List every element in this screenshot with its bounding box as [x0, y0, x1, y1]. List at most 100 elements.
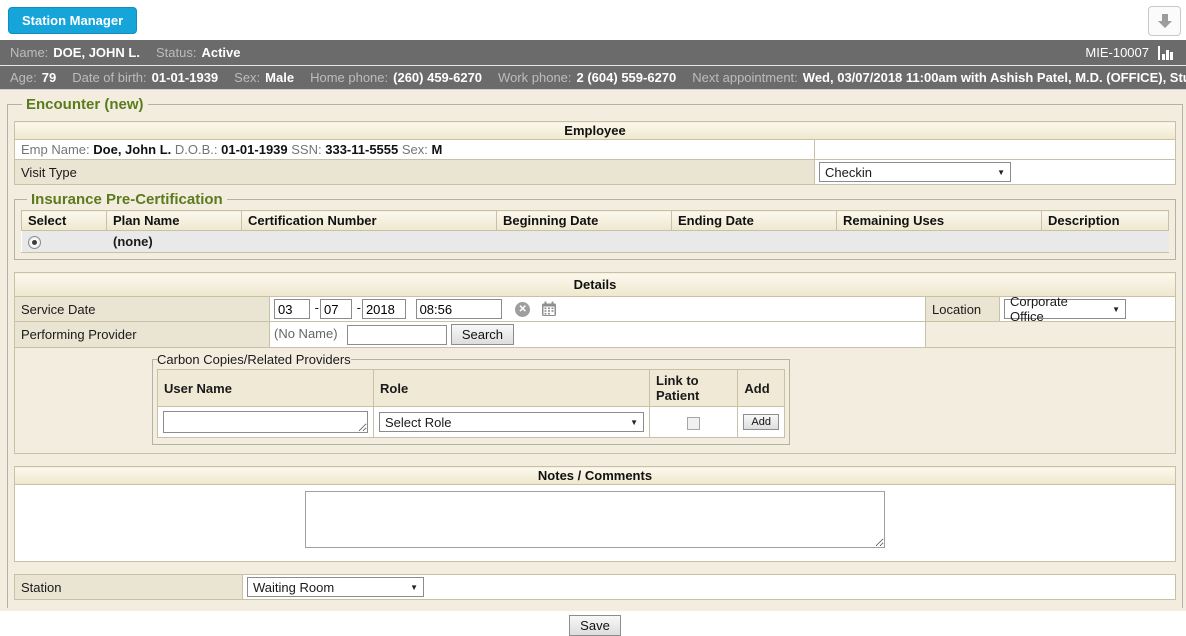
station-box: Station Waiting Room ▼: [14, 574, 1176, 600]
work-phone-value: 2 (604) 559-6270: [577, 70, 677, 85]
col-plan-name: Plan Name: [107, 211, 242, 231]
encounter-legend: Encounter (new): [22, 96, 148, 113]
service-date-day-input[interactable]: [320, 299, 352, 319]
insurance-table: Select Plan Name Certification Number Be…: [21, 210, 1169, 253]
chevron-down-icon: ▼: [410, 583, 418, 592]
chevron-down-icon: ▼: [630, 418, 638, 427]
col-cert-number: Certification Number: [242, 211, 497, 231]
col-user-name: User Name: [158, 370, 374, 407]
insurance-row: (none): [22, 231, 1169, 253]
provider-search-button[interactable]: Search: [451, 324, 514, 345]
service-date-month-input[interactable]: [274, 299, 310, 319]
details-header: Details: [15, 273, 1176, 297]
station-selected: Waiting Room: [253, 580, 334, 595]
employee-info: Emp Name: Doe, John L. D.O.B.: 01-01-193…: [15, 140, 815, 160]
station-label: Station: [15, 575, 243, 600]
home-phone-label: Home phone:: [310, 70, 388, 85]
emp-sex-value: M: [432, 142, 443, 157]
precert-radio[interactable]: [28, 236, 41, 249]
date-separator: -: [357, 300, 361, 315]
col-remaining-uses: Remaining Uses: [837, 211, 1042, 231]
clear-date-icon[interactable]: ✕: [515, 302, 530, 317]
employee-table: Employee Emp Name: Doe, John L. D.O.B.: …: [14, 121, 1176, 185]
download-button[interactable]: [1148, 6, 1181, 36]
main-content: Encounter (new) Employee Emp Name: Doe, …: [0, 90, 1186, 611]
carbon-copies-area: Carbon Copies/Related Providers User Nam…: [15, 348, 1175, 453]
save-button[interactable]: Save: [569, 615, 621, 636]
name-label: Name:: [10, 45, 48, 60]
next-appointment-label: Next appointment:: [692, 70, 798, 85]
calendar-icon[interactable]: [541, 301, 557, 317]
link-to-patient-checkbox[interactable]: [687, 417, 700, 430]
carbon-copies-fieldset: Carbon Copies/Related Providers User Nam…: [152, 352, 790, 445]
age-label: Age:: [10, 70, 37, 85]
service-date-label: Service Date: [15, 297, 270, 322]
notes-body: [15, 485, 1175, 561]
demographics-bar: Age: 79 Date of birth: 01-01-1939 Sex: M…: [0, 66, 1186, 90]
emp-ssn-label: SSN:: [291, 142, 321, 157]
cc-add-button[interactable]: Add: [743, 414, 779, 430]
plan-name-value: (none): [107, 231, 242, 253]
col-description: Description: [1042, 211, 1169, 231]
home-phone-value: (260) 459-6270: [393, 70, 482, 85]
emp-sex-label: Sex:: [402, 142, 428, 157]
bar-chart-icon[interactable]: [1157, 45, 1176, 61]
patient-name: DOE, JOHN L.: [53, 45, 140, 60]
sex-value: Male: [265, 70, 294, 85]
performing-provider-label: Performing Provider: [15, 322, 270, 348]
chart-id: MIE-10007: [1085, 45, 1149, 60]
carbon-copies-legend: Carbon Copies/Related Providers: [157, 352, 351, 367]
provider-search-input[interactable]: [347, 325, 447, 345]
col-role: Role: [374, 370, 650, 407]
emp-ssn-value: 333-11-5555: [325, 142, 398, 157]
save-row: Save: [14, 615, 1176, 636]
dob-label: Date of birth:: [72, 70, 146, 85]
station-manager-button[interactable]: Station Manager: [8, 7, 137, 34]
col-ending-date: Ending Date: [672, 211, 837, 231]
notes-box: Notes / Comments: [14, 466, 1176, 562]
col-beginning-date: Beginning Date: [497, 211, 672, 231]
top-toolbar: Station Manager: [0, 0, 1186, 40]
notes-textarea[interactable]: [305, 491, 885, 548]
cc-role-selected: Select Role: [385, 415, 451, 430]
encounter-fieldset: Encounter (new) Employee Emp Name: Doe, …: [7, 96, 1183, 608]
cc-role-select[interactable]: Select Role ▼: [379, 412, 644, 432]
chevron-down-icon: ▼: [1112, 305, 1120, 314]
dob-value: 01-01-1939: [152, 70, 219, 85]
insurance-precert-fieldset: Insurance Pre-Certification Select Plan …: [14, 191, 1176, 260]
next-appointment-value: Wed, 03/07/2018 11:00am with Ashish Pate…: [803, 70, 1186, 85]
emp-dob-label: D.O.B.:: [175, 142, 218, 157]
age-value: 79: [42, 70, 56, 85]
visit-type-select[interactable]: Checkin ▼: [819, 162, 1011, 182]
emp-dob-value: 01-01-1939: [221, 142, 288, 157]
status-value: Active: [201, 45, 240, 60]
insurance-precert-legend: Insurance Pre-Certification: [27, 191, 227, 208]
patient-bar: Name: DOE, JOHN L. Status: Active MIE-10…: [0, 40, 1186, 66]
notes-header: Notes / Comments: [15, 467, 1176, 485]
work-phone-label: Work phone:: [498, 70, 571, 85]
details-box: Details Service Date - - ✕: [14, 272, 1176, 454]
cc-user-name-input[interactable]: [163, 411, 368, 433]
date-separator: -: [315, 300, 319, 315]
visit-type-label: Visit Type: [15, 160, 815, 185]
service-time-input[interactable]: [416, 299, 502, 319]
station-select[interactable]: Waiting Room ▼: [247, 577, 424, 597]
col-link-to-patient: Link to Patient: [650, 370, 738, 407]
details-empty-cell: [926, 322, 1176, 348]
no-name-text: (No Name): [274, 326, 338, 341]
service-date-year-input[interactable]: [362, 299, 406, 319]
employee-info-empty-cell: [815, 140, 1176, 160]
employee-header: Employee: [15, 122, 1176, 140]
emp-name-value: Doe, John L.: [93, 142, 171, 157]
chevron-down-icon: ▼: [997, 168, 1005, 177]
location-selected: Corporate Office: [1010, 294, 1104, 324]
status-label: Status:: [156, 45, 196, 60]
emp-name-label: Emp Name:: [21, 142, 90, 157]
location-select[interactable]: Corporate Office ▼: [1004, 299, 1126, 319]
visit-type-selected: Checkin: [825, 165, 872, 180]
carbon-copies-table: User Name Role Link to Patient Add: [157, 369, 785, 438]
col-add: Add: [738, 370, 785, 407]
location-label: Location: [926, 297, 1000, 322]
col-select: Select: [22, 211, 107, 231]
download-arrow-icon: [1155, 12, 1175, 30]
